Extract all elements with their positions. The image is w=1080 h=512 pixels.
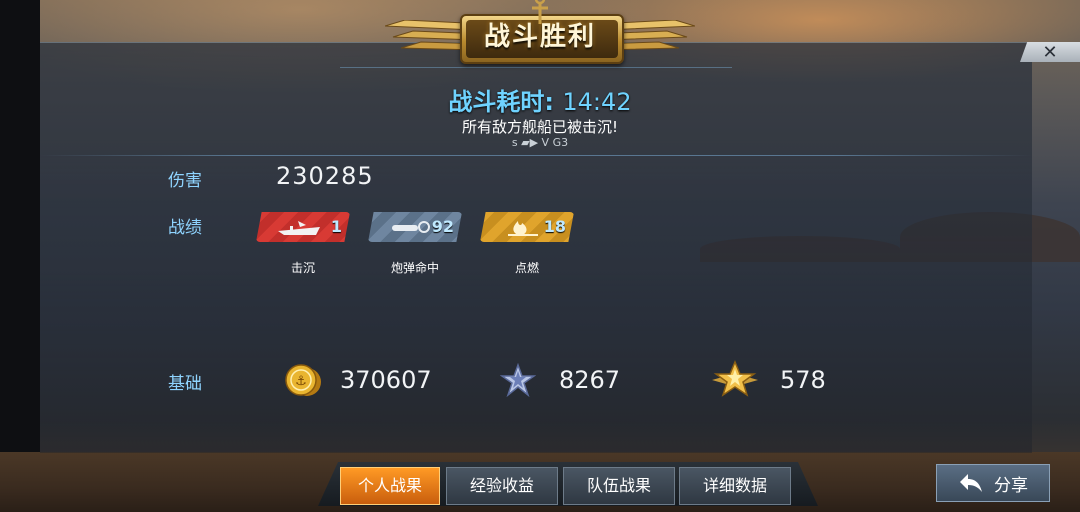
victory-title: 战斗胜利 xyxy=(483,22,596,52)
battle-duration-value: 14:42 xyxy=(562,88,632,116)
record-label: 战绩 xyxy=(168,218,202,238)
ignite-count: 18 xyxy=(543,217,566,236)
close-button[interactable]: ✕ xyxy=(1020,42,1080,62)
victory-banner: 战斗胜利 xyxy=(385,0,695,80)
shell-hit-badge: 92 xyxy=(368,212,462,242)
battle-duration-label: 战斗耗时: xyxy=(448,88,555,116)
sink-badge: 1 xyxy=(256,212,350,242)
gold-value: 370607 xyxy=(340,366,432,394)
svg-text:⚓: ⚓ xyxy=(295,374,307,389)
sink-label: 击沉 xyxy=(290,261,315,275)
back-arrow-icon xyxy=(960,474,982,492)
shell-hit-icon xyxy=(392,221,430,233)
silver-star-icon xyxy=(500,363,536,397)
damage-value: 230285 xyxy=(276,162,374,190)
divider xyxy=(40,155,1032,156)
ignite-badge: 18 xyxy=(480,212,574,242)
sink-count: 1 xyxy=(330,217,342,236)
winged-gold-star-icon xyxy=(712,360,758,397)
tab-detailed-data[interactable]: 详细数据 xyxy=(679,467,791,505)
ignite-label: 点燃 xyxy=(514,261,539,275)
shell-hit-count: 92 xyxy=(431,217,454,236)
base-label: 基础 xyxy=(168,374,202,394)
share-button[interactable]: 分享 xyxy=(936,464,1050,502)
fire-icon xyxy=(508,221,538,236)
aircraft-carrier-icon xyxy=(278,221,320,235)
shell-hit-label: 炮弹命中 xyxy=(390,261,439,275)
meta-text: s ▰▶ V G3 xyxy=(511,136,569,149)
tab-team-results[interactable]: 队伍战果 xyxy=(563,467,675,505)
damage-label: 伤害 xyxy=(168,171,202,191)
exp-value: 578 xyxy=(780,366,826,394)
tab-experience-gains[interactable]: 经验收益 xyxy=(446,467,558,505)
battle-duration: 战斗耗时: 14:42 xyxy=(0,82,1080,117)
star-value: 8267 xyxy=(559,366,621,394)
result-message: 所有敌方舰船已被击沉! xyxy=(461,118,618,136)
gold-coin-icon: ⚓ xyxy=(285,364,321,396)
left-frame xyxy=(0,0,40,512)
share-label: 分享 xyxy=(994,475,1028,496)
close-icon: ✕ xyxy=(1042,41,1058,63)
tab-personal-results[interactable]: 个人战果 xyxy=(340,467,440,505)
